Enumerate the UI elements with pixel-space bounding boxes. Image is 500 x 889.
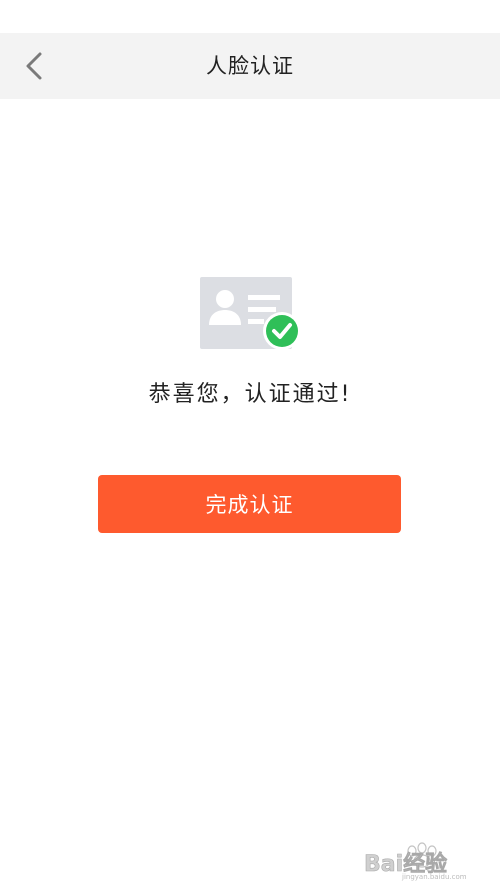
success-message: 恭喜您，认证通过! [148,382,352,407]
complete-verification-button[interactable]: 完成认证 [98,475,401,533]
id-card-verified-icon [200,277,301,350]
status-bar-area [0,0,500,33]
face-verification-screen: 人脸认证 恭喜您，认证通过! 完成认证 Bai经验 jingyan.baidu.… [0,0,500,889]
navigation-bar: 人脸认证 [0,33,500,99]
baidu-jingyan-watermark: Bai经验 jingyan.baidu.com [364,842,467,881]
watermark-subtext: jingyan.baidu.com [401,873,467,881]
page-title: 人脸认证 [206,54,294,78]
